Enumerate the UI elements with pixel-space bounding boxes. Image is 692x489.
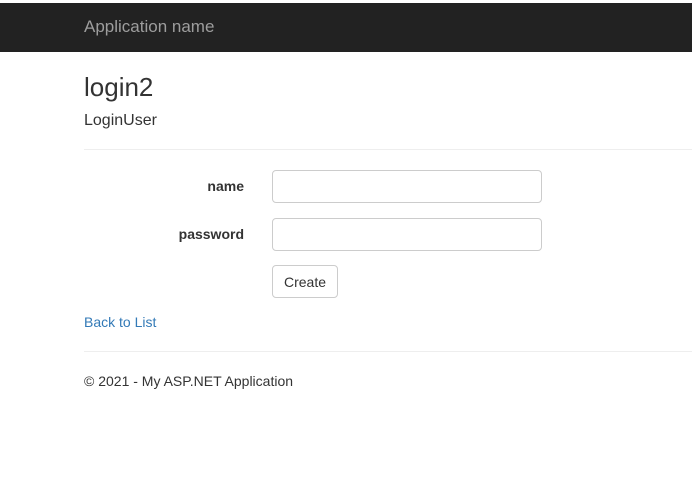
- create-button[interactable]: Create: [272, 265, 338, 298]
- footer-copyright: © 2021 - My ASP.NET Application: [84, 373, 294, 389]
- navbar: Application name: [0, 0, 692, 52]
- footer-divider: [84, 351, 692, 352]
- name-input[interactable]: [272, 170, 542, 203]
- password-label: password: [178, 226, 244, 242]
- page-title: login2: [84, 72, 154, 102]
- page-subtitle: LoginUser: [84, 112, 157, 129]
- app-brand-link[interactable]: Application name: [84, 17, 214, 37]
- back-to-list-link[interactable]: Back to List: [84, 313, 156, 331]
- password-input[interactable]: [272, 218, 542, 251]
- name-label: name: [207, 178, 244, 194]
- divider: [84, 149, 692, 150]
